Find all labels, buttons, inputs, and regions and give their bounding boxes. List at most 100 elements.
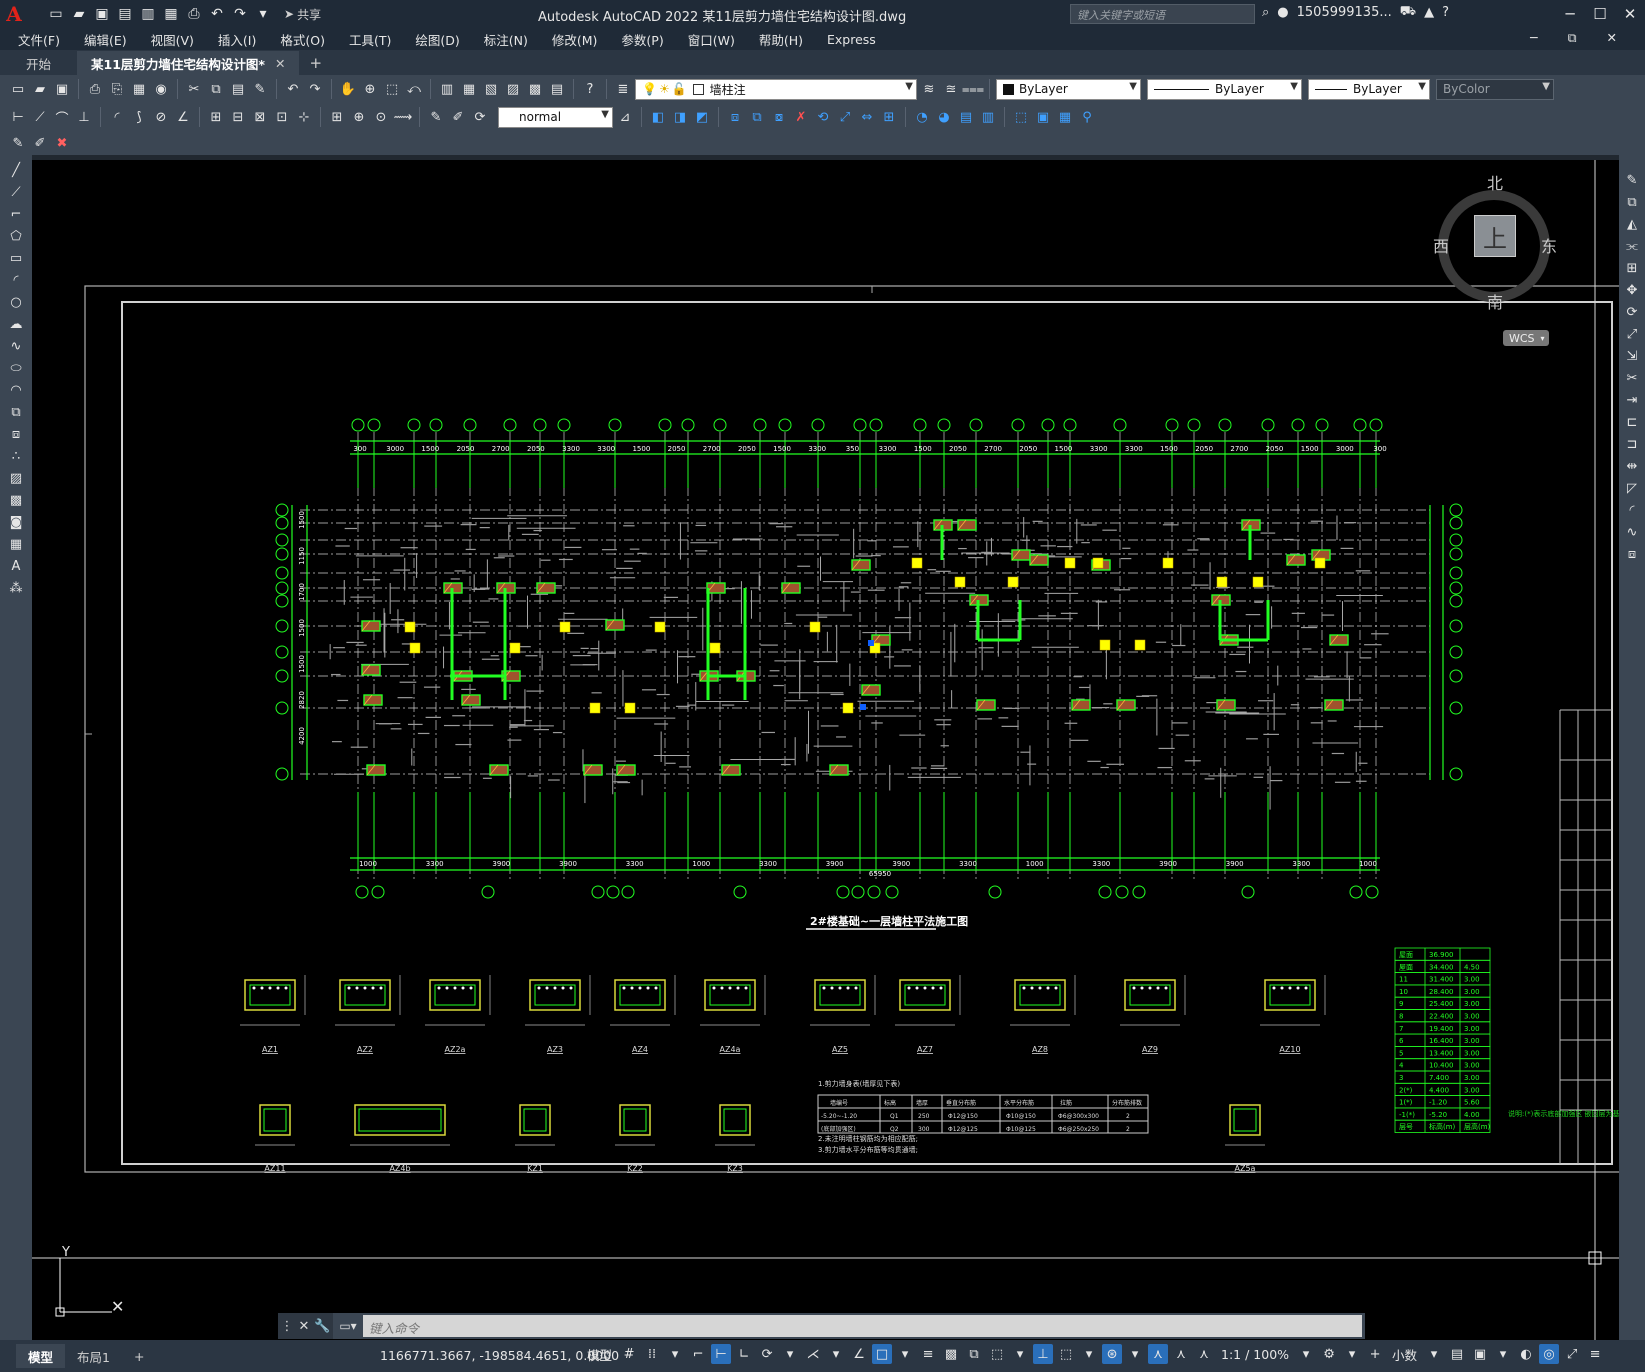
linear-dim-icon[interactable]: ⊢ — [8, 107, 28, 127]
polar-icon[interactable]: ⟳ — [757, 1344, 777, 1364]
viewcube-north[interactable]: 北 — [1487, 170, 1503, 194]
center-mark-icon[interactable]: ⊕ — [349, 107, 369, 127]
annotation-scale-icon[interactable]: ⋏ — [1194, 1344, 1214, 1364]
object-snap-icon[interactable]: □ — [872, 1344, 893, 1364]
jogged-dim-icon[interactable]: ⟆ — [129, 107, 149, 127]
viewcube-west[interactable]: 西 — [1433, 233, 1449, 257]
viewcube-top-face[interactable]: 上 — [1474, 215, 1516, 257]
erase-icon[interactable]: ✎ — [1621, 171, 1643, 190]
layout1-tab[interactable]: 布局1 — [65, 1344, 122, 1368]
block-insert-icon[interactable]: ◧ — [648, 107, 668, 127]
redo-icon[interactable]: ↷ — [305, 79, 325, 99]
block-edit-icon[interactable]: ◩ — [692, 107, 712, 127]
circle-icon[interactable]: ○ — [5, 293, 27, 312]
layer-properties-icon[interactable]: ≣ — [613, 79, 633, 99]
mtext-icon[interactable]: A — [5, 557, 27, 576]
isodraft-icon[interactable]: ⋌ — [803, 1344, 823, 1364]
menu-insert[interactable]: 插入(I) — [218, 30, 256, 49]
dim-break-icon[interactable]: ⊹ — [294, 107, 314, 127]
save-icon[interactable]: ▣ — [92, 4, 112, 24]
match-properties-icon[interactable]: ✎ — [250, 79, 270, 99]
copy-icon[interactable]: ⧉ — [1621, 193, 1643, 212]
dimstyle-dropdown[interactable]: normal ▼ — [498, 106, 613, 128]
insert-block-icon[interactable]: ⧉ — [5, 403, 27, 422]
cut-icon[interactable]: ✂ — [184, 79, 204, 99]
infer-constraints-icon[interactable]: ⌐ — [688, 1344, 708, 1364]
undo-icon[interactable]: ↶ — [207, 4, 227, 24]
dimedit-icon[interactable]: ✎ — [426, 107, 446, 127]
quick-properties-icon[interactable]: ▤ — [1447, 1344, 1467, 1364]
rotate-icon[interactable]: ⟳ — [1621, 303, 1643, 322]
open-file-icon[interactable]: ▰ — [69, 4, 89, 24]
search-icon[interactable]: ⌕ — [1262, 5, 1269, 20]
gizmo-icon[interactable]: ⊛ — [1102, 1344, 1123, 1364]
dim-space-icon[interactable]: ⊡ — [272, 107, 292, 127]
sheet-set-icon[interactable]: ▨ — [503, 79, 523, 99]
lineweight-icon[interactable]: ≡ — [918, 1344, 938, 1364]
customization-menu-icon[interactable]: ≡ — [1585, 1344, 1605, 1364]
maximize-icon[interactable]: ☐ — [1585, 0, 1615, 28]
gradient-icon[interactable]: ▩ — [5, 491, 27, 510]
remove-icon[interactable]: ✖ — [52, 133, 72, 153]
model-space-button[interactable]: 模型 — [587, 1345, 612, 1364]
rotate-obj-icon[interactable]: ⟲ — [813, 107, 833, 127]
auto-scale-icon[interactable]: ⋏ — [1171, 1344, 1191, 1364]
search-input[interactable]: 键入关键字或短语 — [1070, 4, 1255, 24]
publish-icon[interactable]: ▦ — [129, 79, 149, 99]
trim-icon[interactable]: ✂ — [1621, 369, 1643, 388]
close-icon[interactable]: ✕ — [298, 1319, 309, 1334]
color-dropdown[interactable]: ByLayer ▼ — [996, 78, 1141, 100]
tolerance-icon[interactable]: ⊞ — [327, 107, 347, 127]
new-file-icon[interactable]: ▭ — [46, 4, 66, 24]
minimize-icon[interactable]: ─ — [1555, 0, 1585, 28]
save-icon[interactable]: ▣ — [52, 79, 72, 99]
arc-icon[interactable]: ◜ — [5, 271, 27, 290]
command-line-handle[interactable]: ⋮ ✕ 🔧 — [278, 1313, 333, 1339]
menu-edit[interactable]: 编辑(E) — [84, 30, 127, 49]
qnew-icon[interactable]: ▭ — [8, 79, 28, 99]
attribute-icon[interactable]: ▤ — [956, 107, 976, 127]
break-icon[interactable]: ⊐ — [1621, 435, 1643, 454]
clip-icon[interactable]: ⬚ — [1011, 107, 1031, 127]
open-icon[interactable]: ▰ — [30, 79, 50, 99]
cart-icon[interactable]: ⛟ — [1400, 4, 1416, 21]
copy-icon[interactable]: ⧉ — [206, 79, 226, 99]
line-icon[interactable]: ╱ — [5, 161, 27, 180]
menu-view[interactable]: 视图(V) — [151, 30, 194, 49]
preview-icon[interactable]: ⎘ — [107, 79, 127, 99]
isolate-objects-icon[interactable]: ◐ — [1516, 1344, 1536, 1364]
scale-obj-icon[interactable]: ⤢ — [835, 107, 855, 127]
quick-dim-icon[interactable]: ⊞ — [206, 107, 226, 127]
properties-icon[interactable]: ▥ — [437, 79, 457, 99]
model-tab[interactable]: 模型 — [16, 1344, 66, 1368]
3d-dwf-icon[interactable]: ◉ — [151, 79, 171, 99]
paste-icon[interactable]: ▤ — [228, 79, 248, 99]
doc-minimize-icon[interactable]: ─ — [1530, 30, 1538, 46]
tab-close-icon[interactable]: ✕ — [275, 56, 285, 71]
3d-osnap-icon[interactable]: ⬚ — [987, 1344, 1007, 1364]
new-tab-button[interactable]: + — [299, 51, 332, 75]
xref-icon[interactable]: ▥ — [978, 107, 998, 127]
stretch-obj-icon[interactable]: ⇔ — [857, 107, 877, 127]
region-icon[interactable]: ◙ — [5, 513, 27, 532]
viewcube-east[interactable]: 东 — [1541, 233, 1557, 257]
tab-active-drawing[interactable]: 某11层剪力墙住宅结构设计图* ✕ — [77, 51, 300, 75]
chevron-down-icon[interactable]: ▾ — [895, 1344, 915, 1364]
calculator-icon[interactable]: ▤ — [547, 79, 567, 99]
make-block-icon[interactable]: ⧈ — [5, 425, 27, 444]
ole-icon[interactable]: ▦ — [1055, 107, 1075, 127]
selection-filter-icon[interactable]: ⬚ — [1056, 1344, 1076, 1364]
clean-screen-icon[interactable]: ⤢ — [1562, 1344, 1582, 1364]
pan-icon[interactable]: ✋ — [338, 79, 358, 99]
angular-dim-icon[interactable]: ∠ — [173, 107, 193, 127]
undo-icon[interactable]: ↶ — [283, 79, 303, 99]
polygon-icon[interactable]: ⬠ — [5, 227, 27, 246]
explode-icon[interactable]: ⧈ — [1621, 545, 1643, 564]
help-icon[interactable]: ? — [1442, 5, 1449, 20]
annotation-visibility-icon[interactable]: ⋏ — [1148, 1344, 1169, 1364]
transparency-icon[interactable]: ▩ — [941, 1344, 961, 1364]
erase-obj-icon[interactable]: ✗ — [791, 107, 811, 127]
publish-icon[interactable]: ▦ — [161, 4, 181, 24]
grid-icon[interactable]: # — [619, 1344, 639, 1364]
scale-icon[interactable]: ⤢ — [1621, 325, 1643, 344]
